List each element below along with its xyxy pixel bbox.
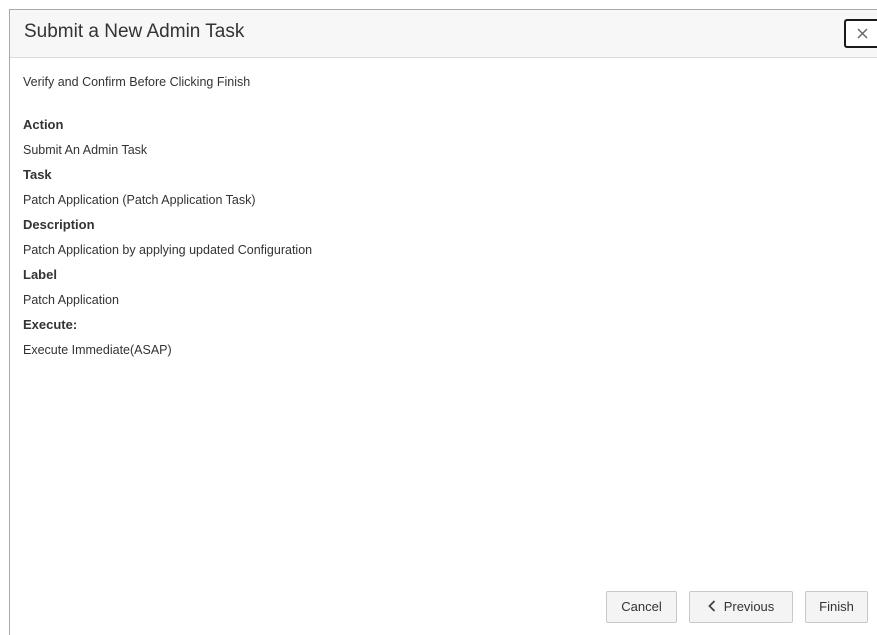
task-details: Action Submit An Admin Task Task Patch A… (23, 115, 843, 365)
detail-value-action: Submit An Admin Task (23, 143, 148, 157)
close-button[interactable] (844, 19, 877, 48)
detail-value-execute: Execute Immediate(ASAP) (23, 343, 172, 357)
detail-label-task: Task (23, 167, 52, 182)
close-icon (857, 28, 868, 39)
detail-label-description: Description (23, 217, 95, 232)
dialog-header: Submit a New Admin Task (10, 10, 877, 58)
instruction-text: Verify and Confirm Before Clicking Finis… (23, 75, 251, 89)
detail-value-description: Patch Application by applying updated Co… (23, 243, 313, 257)
previous-button[interactable]: Previous (689, 591, 793, 623)
chevron-left-icon (707, 600, 715, 612)
finish-button-label: Finish (819, 599, 854, 614)
detail-value-label: Patch Application (23, 293, 119, 307)
detail-label-label: Label (23, 267, 57, 282)
detail-value-task: Patch Application (Patch Application Tas… (23, 193, 256, 207)
cancel-button-label: Cancel (621, 599, 662, 614)
detail-label-action: Action (23, 117, 64, 132)
admin-task-dialog: Submit a New Admin Task Verify and Confi… (9, 9, 877, 635)
cancel-button[interactable]: Cancel (606, 591, 677, 623)
dialog-title: Submit a New Admin Task (24, 21, 245, 42)
finish-button[interactable]: Finish (805, 591, 868, 623)
previous-button-label: Previous (723, 599, 775, 614)
detail-label-execute: Execute: (23, 317, 78, 332)
